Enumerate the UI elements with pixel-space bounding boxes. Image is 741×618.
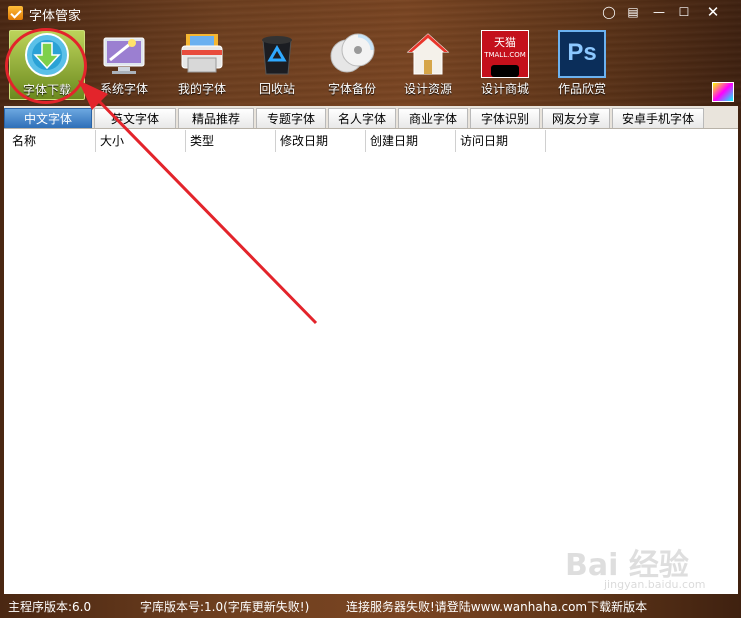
annotation-arrow [78,80,318,325]
app-window: 字体管家 ◯ ▤ — ☐ ✕ 字体下载 系统字体 我的字体 回收站 字体备份 设… [0,0,741,618]
